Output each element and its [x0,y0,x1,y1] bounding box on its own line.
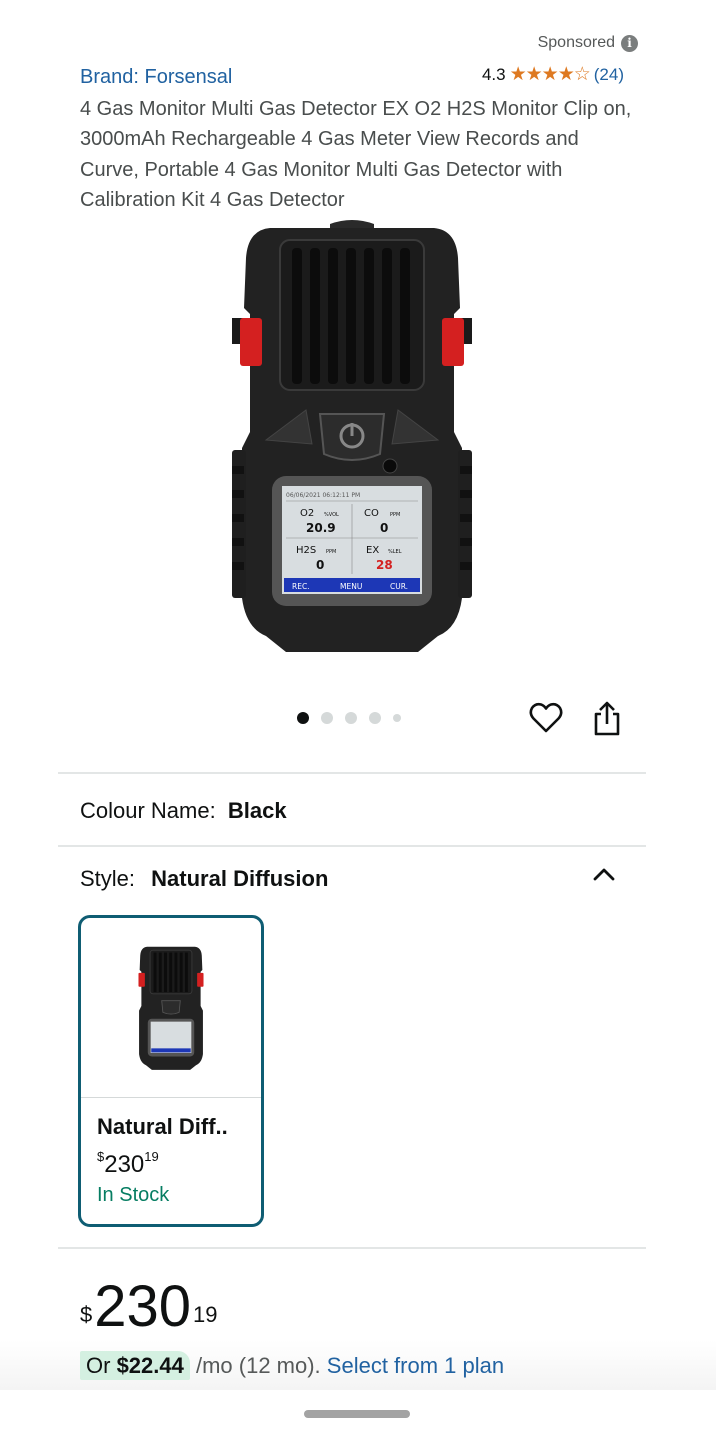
installment-suffix: /mo (12 mo). [189,1353,327,1378]
style-option-name: Natural Diff.. [97,1114,228,1139]
section-divider [58,1247,646,1249]
product-title[interactable]: 4 Gas Monitor Multi Gas Detector EX O2 H… [80,94,640,215]
device-softkey-rec: REC. [292,582,310,591]
rating-count-link[interactable]: (24) [594,65,624,85]
share-icon[interactable] [590,700,624,738]
style-value: Natural Diffusion [151,866,329,891]
select-plan-link[interactable]: Select from 1 plan [327,1353,504,1378]
device-ex-value: 28 [376,558,393,572]
device-h2s-value: 0 [316,558,324,572]
style-option-stock: In Stock [97,1184,170,1206]
style-option-image-area [81,918,261,1098]
sponsored-text: Sponsored [537,34,615,51]
device-ex-label: EX [366,545,379,556]
rating-summary[interactable]: 4.3 ★★★★☆ (24) [482,63,624,86]
star-rating-icon: ★★★★☆ [509,64,591,85]
heart-icon[interactable] [528,700,564,736]
style-option-price-fraction: 19 [144,1149,159,1164]
colour-value: Black [227,798,287,823]
section-divider [58,845,646,847]
installment-amount: $22.44 [116,1353,184,1378]
device-softkey-menu: MENU [340,582,362,591]
carousel-dot[interactable] [321,712,333,724]
device-co-value: 0 [380,521,388,535]
carousel-dot[interactable] [345,712,357,724]
device-h2s-label: H2S [296,545,316,556]
price-whole: 230 [94,1274,192,1339]
device-co-label: CO [364,508,379,519]
device-o2-unit: %VOL [324,512,339,518]
info-icon[interactable]: i [621,34,638,52]
device-h2s-unit: PPM [326,549,336,555]
style-option-card[interactable]: Natural Diff.. $23019 In Stock [78,915,264,1227]
style-label: Style: [80,866,136,891]
style-row[interactable]: Style: Natural Diffusion [80,866,328,892]
style-option-price: $23019 [97,1149,159,1179]
price-fraction: 19 [193,1302,218,1327]
style-option-price-whole: 230 [104,1151,145,1178]
device-o2-value: 20.9 [306,521,336,535]
rating-value: 4.3 [481,64,506,84]
carousel-dot[interactable] [393,714,401,722]
product-price: $ 230 19 [80,1276,218,1346]
price-symbol: $ [80,1302,93,1327]
chevron-up-icon[interactable] [590,862,618,886]
carousel-dot[interactable] [369,712,381,724]
brand-link[interactable]: Brand: Forsensal [80,66,232,89]
device-status-line: 06/06/2021 06:12:11 PM [286,492,360,499]
installment-highlight: Or $22.44 [80,1351,190,1380]
carousel-dot-active[interactable] [297,712,309,724]
installment-row: Or $22.44 /mo (12 mo). Select from 1 pla… [80,1351,504,1380]
section-divider [58,772,646,774]
installment-prefix: Or [86,1353,117,1378]
device-o2-label: O2 [300,508,314,519]
colour-name-row: Colour Name: Black [80,798,287,824]
style-option-image [138,946,204,1070]
device-ex-unit: %LEL [388,549,402,555]
home-indicator[interactable] [304,1410,410,1418]
product-image[interactable]: 06/06/2021 06:12:11 PM O2 %VOL 20.9 CO P… [228,218,476,660]
colour-label: Colour Name: [80,798,216,823]
image-carousel-dots[interactable] [297,712,401,724]
sponsored-label[interactable]: Sponsored i [538,34,638,52]
device-co-unit: PPM [390,512,400,518]
device-softkey-cur: CUR. [390,582,408,591]
